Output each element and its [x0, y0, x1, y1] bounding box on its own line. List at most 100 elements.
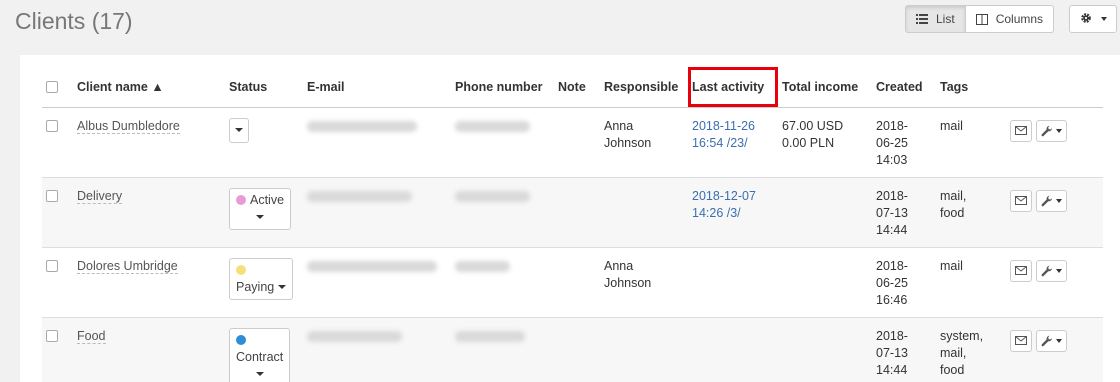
- col-phone[interactable]: Phone number: [451, 67, 554, 108]
- email-value-redacted: [307, 120, 417, 132]
- row-checkbox[interactable]: [46, 119, 58, 132]
- send-email-button[interactable]: [1010, 329, 1032, 352]
- chevron-down-icon: [1056, 338, 1062, 343]
- table-row[interactable]: Albus Dumbledore Anna Johnson 2018-11-26 1…: [42, 107, 1103, 178]
- select-all-cell: [42, 67, 73, 108]
- settings-dropdown-button[interactable]: [1069, 5, 1117, 33]
- note-cell: [554, 177, 600, 248]
- wrench-icon: [1041, 265, 1052, 276]
- total-income-cell: [778, 177, 872, 248]
- client-name-link[interactable]: Dolores Umbridge: [77, 258, 178, 274]
- status-dropdown[interactable]: Paying: [229, 257, 293, 300]
- chevron-down-icon: [255, 372, 264, 377]
- wrench-icon: [1041, 335, 1052, 346]
- status-color-dot: [236, 264, 246, 275]
- phone-value-redacted: [455, 190, 530, 202]
- send-email-button[interactable]: [1010, 189, 1032, 212]
- chevron-down-icon: [1056, 268, 1062, 273]
- envelope-icon: [1015, 336, 1027, 345]
- email-value-redacted: [307, 260, 437, 272]
- last-activity-cell: 2018-12-07 14:26 /3/: [688, 177, 778, 248]
- created-cell: 2018- 07-13 14:44: [872, 177, 936, 248]
- tags-cell: mail: [936, 107, 1006, 178]
- list-view-label: List: [936, 12, 955, 26]
- clients-table: Client name ▲ Status E-mail Phone number…: [42, 67, 1103, 382]
- col-status[interactable]: Status: [225, 67, 303, 108]
- tools-dropdown-button[interactable]: [1036, 259, 1067, 282]
- responsible-cell: [600, 317, 688, 382]
- list-view-button[interactable]: List: [905, 5, 966, 33]
- send-email-button[interactable]: [1010, 259, 1032, 282]
- responsible-cell: Anna Johnson: [600, 107, 688, 178]
- responsible-cell: [600, 177, 688, 248]
- last-activity-link[interactable]: 2018-11-26: [692, 119, 755, 133]
- row-checkbox[interactable]: [46, 189, 58, 202]
- col-client-name[interactable]: Client name ▲: [73, 67, 225, 108]
- chevron-down-icon: [1056, 128, 1062, 133]
- responsible-cell: Anna Johnson: [600, 247, 688, 318]
- client-name-link[interactable]: Delivery: [77, 188, 123, 204]
- columns-view-button[interactable]: Columns: [965, 5, 1055, 33]
- tools-dropdown-button[interactable]: [1036, 329, 1067, 352]
- status-dropdown[interactable]: Contract: [229, 327, 291, 382]
- table-row[interactable]: Dolores Umbridge Paying Anna Johnson 2018…: [42, 247, 1103, 318]
- tags-cell: system, mail, food: [936, 317, 1006, 382]
- created-cell: 2018- 06-25 14:03: [872, 107, 936, 178]
- chevron-down-icon: [1056, 198, 1062, 203]
- status-dropdown[interactable]: Active: [229, 187, 292, 230]
- client-name-link[interactable]: Albus Dumbledore: [77, 118, 180, 134]
- row-checkbox[interactable]: [46, 259, 58, 272]
- chevron-down-icon: [235, 128, 243, 133]
- note-cell: [554, 317, 600, 382]
- total-income-cell: [778, 247, 872, 318]
- row-checkbox[interactable]: [46, 329, 58, 342]
- columns-icon: [975, 13, 988, 25]
- last-activity-link[interactable]: 16:54 /23/: [692, 136, 748, 150]
- col-last-activity[interactable]: Last activity: [688, 67, 778, 108]
- columns-view-label: Columns: [995, 12, 1044, 26]
- clients-panel: Client name ▲ Status E-mail Phone number…: [20, 55, 1120, 382]
- last-activity-link[interactable]: 2018-12-07: [692, 189, 756, 203]
- col-tags[interactable]: Tags: [936, 67, 1006, 108]
- send-email-button[interactable]: [1010, 119, 1032, 142]
- chevron-down-icon: [277, 285, 286, 290]
- last-activity-cell: 2018-11-26 16:54 /23/: [688, 107, 778, 178]
- tags-cell: mail: [936, 247, 1006, 318]
- email-value-redacted: [307, 190, 412, 202]
- table-row[interactable]: Delivery Active 2018-12-07 14:26 /3/ 2018…: [42, 177, 1103, 248]
- tags-cell: mail, food: [936, 177, 1006, 248]
- phone-value-redacted: [455, 330, 525, 342]
- col-responsible[interactable]: Responsible: [600, 67, 688, 108]
- last-activity-link[interactable]: 14:26 /3/: [692, 206, 741, 220]
- envelope-icon: [1015, 266, 1027, 275]
- phone-value-redacted: [455, 120, 530, 132]
- phone-value-redacted: [455, 260, 510, 272]
- created-cell: 2018- 07-13 14:44: [872, 317, 936, 382]
- note-cell: [554, 247, 600, 318]
- client-name-link[interactable]: Food: [77, 328, 106, 344]
- tools-dropdown-button[interactable]: [1036, 119, 1067, 142]
- envelope-icon: [1015, 126, 1027, 135]
- wrench-icon: [1041, 125, 1052, 136]
- col-created[interactable]: Created: [872, 67, 936, 108]
- created-cell: 2018- 06-25 16:46: [872, 247, 936, 318]
- col-actions: [1006, 67, 1103, 108]
- table-row[interactable]: Food Contract 2018- 07-13 14:44 system, mai…: [42, 317, 1103, 382]
- select-all-checkbox[interactable]: [46, 81, 58, 94]
- tools-dropdown-button[interactable]: [1036, 189, 1067, 212]
- email-value-redacted: [307, 330, 402, 342]
- wrench-icon: [1041, 195, 1052, 206]
- page-title: Clients (17): [15, 8, 133, 34]
- view-toggle: List Columns: [905, 5, 1055, 33]
- envelope-icon: [1015, 196, 1027, 205]
- last-activity-cell: [688, 317, 778, 382]
- list-icon: [916, 14, 928, 24]
- col-note[interactable]: Note: [554, 67, 600, 108]
- status-dropdown[interactable]: [229, 117, 249, 143]
- col-total-income[interactable]: Total income: [778, 67, 872, 108]
- status-color-dot: [236, 194, 246, 205]
- col-email[interactable]: E-mail: [303, 67, 451, 108]
- status-color-dot: [236, 334, 246, 345]
- chevron-down-icon: [256, 215, 265, 220]
- last-activity-cell: [688, 247, 778, 318]
